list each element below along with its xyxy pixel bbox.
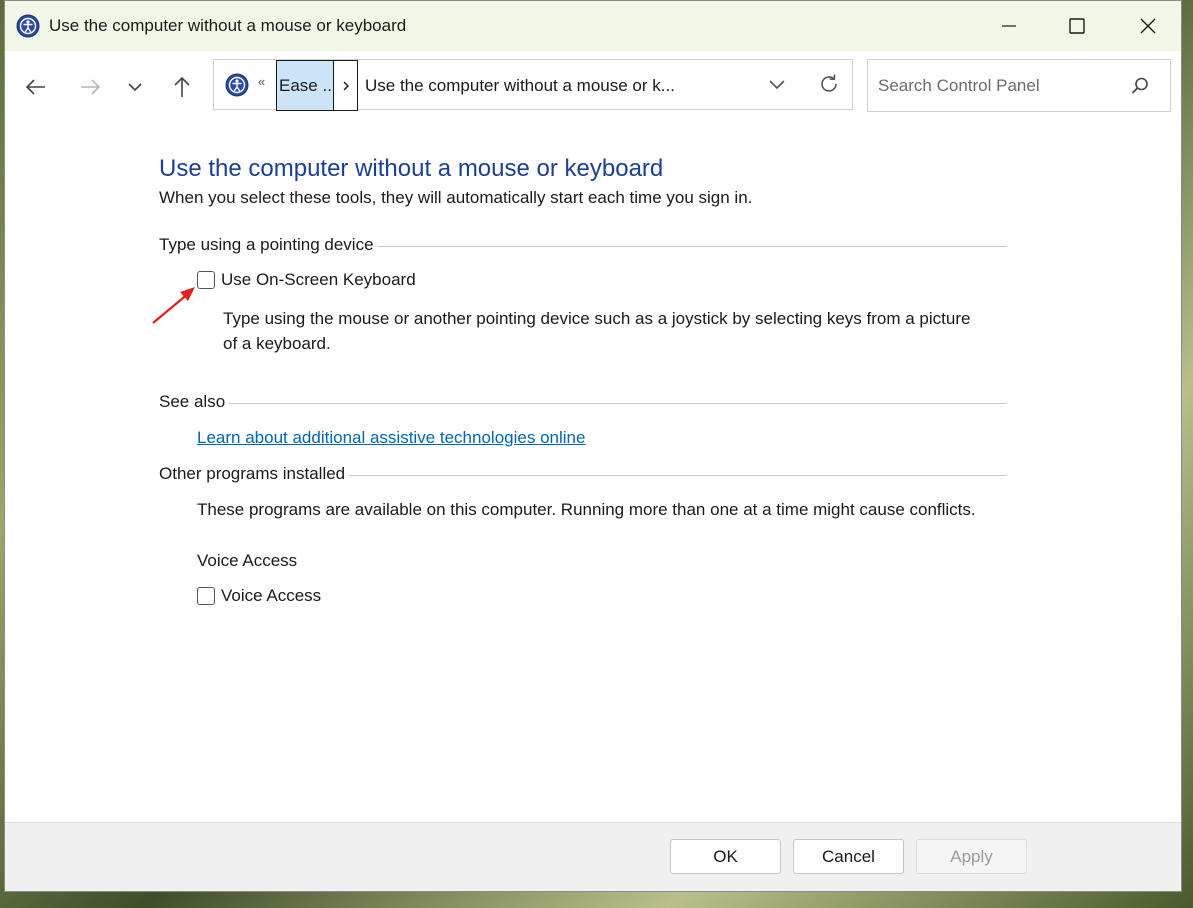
forward-arrow-icon <box>81 79 101 95</box>
see-also-section-heading: See also <box>159 392 1007 412</box>
breadcrumb-ease-of-access[interactable]: Ease ... <box>276 60 337 111</box>
control-panel-window: Use the computer without a mouse or keyb… <box>4 0 1182 892</box>
ease-of-access-icon <box>225 73 249 97</box>
back-arrow-icon <box>25 79 45 95</box>
chevron-down-icon <box>128 83 142 92</box>
maximize-button[interactable] <box>1047 1 1107 51</box>
voice-access-checkbox[interactable] <box>197 587 215 605</box>
dialog-footer: OK Cancel Apply <box>5 822 1181 891</box>
section-divider <box>349 474 1007 476</box>
section-label: Other programs installed <box>159 464 346 483</box>
other-programs-description: These programs are available on this com… <box>197 500 976 519</box>
on-screen-keyboard-checkbox[interactable] <box>197 271 215 289</box>
pointing-device-section-heading: Type using a pointing device <box>159 235 1007 255</box>
window-title: Use the computer without a mouse or keyb… <box>49 16 407 35</box>
main-content: Use the computer without a mouse or keyb… <box>5 119 1181 825</box>
chevron-right-icon <box>343 81 349 90</box>
assistive-technologies-link[interactable]: Learn about additional assistive technol… <box>197 428 585 448</box>
description-line: Type using the mouse or another pointing… <box>223 309 971 328</box>
address-bar[interactable]: « Ease ... Use the computer without a mo… <box>213 59 853 111</box>
minimize-button[interactable] <box>979 1 1039 51</box>
voice-access-program-name: Voice Access <box>197 551 298 570</box>
chevron-down-icon[interactable] <box>766 74 788 96</box>
checkbox-label: Use On-Screen Keyboard <box>221 270 416 289</box>
section-divider <box>377 245 1007 247</box>
voice-access-option[interactable]: Voice Access <box>197 586 321 606</box>
annotation-arrow-icon <box>152 287 195 324</box>
back-button[interactable] <box>21 72 51 102</box>
cancel-button[interactable]: Cancel <box>793 839 904 874</box>
ok-button[interactable]: OK <box>670 839 781 874</box>
close-button[interactable] <box>1118 1 1178 51</box>
maximize-icon <box>1069 18 1085 34</box>
section-label: Type using a pointing device <box>159 235 374 254</box>
address-current-location[interactable]: Use the computer without a mouse or k... <box>365 76 675 96</box>
forward-button[interactable] <box>75 72 105 102</box>
breadcrumb-separator-button[interactable] <box>333 60 358 111</box>
overflow-chevron[interactable]: « <box>258 74 265 89</box>
refresh-icon[interactable] <box>817 72 841 96</box>
description-line: of a keyboard. <box>223 334 331 353</box>
breadcrumb-label: Ease ... <box>279 75 337 95</box>
close-icon <box>1140 18 1156 34</box>
section-divider <box>229 402 1007 404</box>
on-screen-keyboard-option[interactable]: Use On-Screen Keyboard <box>197 270 416 290</box>
ease-of-access-icon <box>16 14 40 38</box>
search-input[interactable] <box>868 60 1118 111</box>
other-programs-section-heading: Other programs installed <box>159 464 1007 484</box>
up-arrow-icon <box>174 76 190 97</box>
apply-button[interactable]: Apply <box>916 839 1027 874</box>
recent-locations-button[interactable] <box>120 72 150 102</box>
page-title: Use the computer without a mouse or keyb… <box>159 155 664 182</box>
minimize-icon <box>1002 25 1016 27</box>
section-label: See also <box>159 392 226 411</box>
on-screen-keyboard-description: Type using the mouse or another pointing… <box>223 306 970 356</box>
search-icon[interactable] <box>1130 76 1150 96</box>
checkbox-label: Voice Access <box>221 586 322 605</box>
search-box[interactable] <box>867 59 1171 112</box>
up-button[interactable] <box>167 72 197 102</box>
navigation-bar: « Ease ... Use the computer without a mo… <box>5 51 1181 119</box>
title-bar: Use the computer without a mouse or keyb… <box>5 1 1181 51</box>
page-subtitle: When you select these tools, they will a… <box>159 188 753 207</box>
